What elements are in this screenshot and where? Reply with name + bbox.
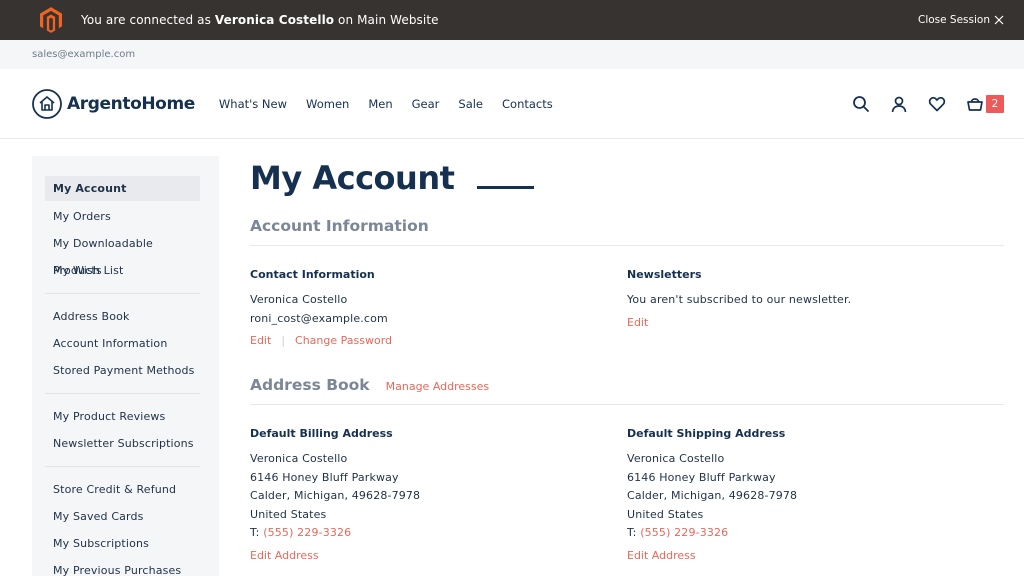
account-information-section-title: Account Information bbox=[250, 217, 1004, 246]
nav-contacts[interactable]: Contacts bbox=[502, 97, 553, 111]
main-area: My Account My Orders My Downloadable Pro… bbox=[0, 139, 1024, 576]
manage-addresses-link[interactable]: Manage Addresses bbox=[386, 380, 490, 393]
shipping-address-title: Default Shipping Address bbox=[627, 427, 786, 440]
cart-count-badge: 2 bbox=[986, 94, 1004, 113]
default-billing-address-block: Default Billing Address Veronica Costell… bbox=[250, 427, 627, 565]
sidebar-item-account-information[interactable]: Account Information bbox=[45, 330, 200, 357]
sidebar-item-stored-payment-methods[interactable]: Stored Payment Methods bbox=[45, 357, 200, 384]
sidebar-item-newsletter-subscriptions[interactable]: Newsletter Subscriptions bbox=[45, 430, 200, 457]
shipping-country: United States bbox=[627, 507, 704, 521]
billing-phone-link[interactable]: (555) 229-3326 bbox=[263, 526, 351, 539]
billing-street: 6146 Honey Bluff Parkway bbox=[250, 470, 399, 484]
brand-name: ArgentoHome bbox=[67, 93, 195, 114]
contact-information-title: Contact Information bbox=[250, 268, 375, 281]
account-content: My Account Account Information Contact I… bbox=[250, 156, 1004, 576]
close-session-label: Close Session bbox=[917, 14, 990, 26]
magento-logo-icon bbox=[40, 7, 62, 33]
shipping-city: Calder, Michigan, 49628-7978 bbox=[627, 489, 798, 502]
basket-icon bbox=[967, 97, 983, 111]
edit-contact-link[interactable]: Edit bbox=[250, 332, 271, 350]
sidebar-item-saved-cards[interactable]: My Saved Cards bbox=[45, 503, 200, 530]
billing-phone-line: T: (555) 229-3326 bbox=[250, 524, 627, 543]
topline: sales@example.com bbox=[0, 40, 1024, 69]
page-title-row: My Account bbox=[250, 156, 1004, 200]
contact-actions: Edit | Change Password bbox=[250, 332, 627, 350]
minicart[interactable]: 2 bbox=[966, 94, 1004, 113]
session-suffix: on Main Website bbox=[338, 13, 439, 27]
sidebar-group: My Account My Orders My Downloadable Pro… bbox=[45, 176, 200, 294]
home-logo-icon bbox=[32, 88, 62, 119]
shipping-name: Veronica Costello bbox=[627, 452, 725, 465]
edit-newsletters-link[interactable]: Edit bbox=[627, 314, 648, 332]
billing-phone-prefix: T: bbox=[250, 526, 260, 539]
nav-men[interactable]: Men bbox=[368, 97, 392, 111]
billing-name: Veronica Costello bbox=[250, 452, 348, 465]
newsletters-actions: Edit bbox=[627, 314, 1004, 332]
sidebar-item-wish-list[interactable]: My Wish List bbox=[45, 257, 200, 284]
contact-information-block: Contact Information Veronica Costello ro… bbox=[250, 268, 627, 350]
page-title: My Account bbox=[250, 159, 455, 197]
nav-gear[interactable]: Gear bbox=[412, 97, 440, 111]
sidebar-item-subscriptions[interactable]: My Subscriptions bbox=[45, 530, 200, 557]
close-icon bbox=[994, 15, 1004, 25]
title-underline bbox=[477, 185, 535, 189]
sidebar-item-my-orders[interactable]: My Orders bbox=[45, 203, 200, 230]
shipping-street: 6146 Honey Bluff Parkway bbox=[627, 470, 776, 484]
sidebar-item-store-credit[interactable]: Store Credit & Refund bbox=[45, 476, 200, 503]
shipping-phone-link[interactable]: (555) 229-3326 bbox=[640, 526, 728, 539]
brand-logo[interactable]: ArgentoHome bbox=[32, 88, 195, 119]
session-message: You are connected as Veronica Costello o… bbox=[81, 13, 918, 27]
session-prefix: You are connected as bbox=[81, 13, 211, 27]
action-separator: | bbox=[281, 334, 286, 347]
store-email[interactable]: sales@example.com bbox=[32, 49, 135, 60]
contact-name: Veronica Costello bbox=[250, 293, 348, 306]
session-user: Veronica Costello bbox=[214, 13, 335, 27]
billing-address-title: Default Billing Address bbox=[250, 427, 393, 440]
nav-whats-new[interactable]: What's New bbox=[219, 97, 287, 111]
shipping-phone-prefix: T: bbox=[627, 526, 637, 539]
account-information-heading: Account Information bbox=[250, 217, 429, 235]
nav-women[interactable]: Women bbox=[306, 97, 349, 111]
newsletters-title: Newsletters bbox=[627, 268, 702, 281]
address-book-heading: Address Book bbox=[250, 376, 370, 394]
newsletters-status: You aren't subscribed to our newsletter. bbox=[627, 293, 852, 306]
sidebar-item-my-account[interactable]: My Account bbox=[45, 176, 200, 201]
account-information-columns: Contact Information Veronica Costello ro… bbox=[250, 268, 1004, 350]
nav-sale[interactable]: Sale bbox=[458, 97, 483, 111]
edit-billing-address-link[interactable]: Edit Address bbox=[250, 547, 319, 565]
billing-city: Calder, Michigan, 49628-7978 bbox=[250, 489, 421, 502]
sidebar-group: Address Book Account Information Stored … bbox=[45, 303, 200, 394]
header: ArgentoHome What's New Women Men Gear Sa… bbox=[0, 69, 1024, 139]
sidebar-group: My Product Reviews Newsletter Subscripti… bbox=[45, 403, 200, 467]
sidebar-item-product-reviews[interactable]: My Product Reviews bbox=[45, 403, 200, 430]
close-session-button[interactable]: Close Session bbox=[918, 14, 1004, 26]
edit-shipping-address-link[interactable]: Edit Address bbox=[627, 547, 696, 565]
sidebar-item-address-book[interactable]: Address Book bbox=[45, 303, 200, 330]
header-icons: 2 bbox=[852, 94, 1004, 113]
shipping-actions: Edit Address bbox=[627, 547, 1004, 565]
address-book-section-title: Address Book Manage Addresses bbox=[250, 376, 1004, 405]
admin-session-bar: You are connected as Veronica Costello o… bbox=[0, 0, 1024, 40]
default-shipping-address-block: Default Shipping Address Veronica Costel… bbox=[627, 427, 1004, 565]
contact-email: roni_cost@example.com bbox=[250, 311, 388, 325]
sidebar-item-downloadable-products[interactable]: My Downloadable Products bbox=[45, 230, 200, 277]
sidebar-group: Store Credit & Refund My Saved Cards My … bbox=[45, 476, 200, 576]
billing-actions: Edit Address bbox=[250, 547, 627, 565]
search-icon[interactable] bbox=[852, 95, 870, 113]
change-password-link[interactable]: Change Password bbox=[295, 332, 392, 350]
account-sidebar: My Account My Orders My Downloadable Pro… bbox=[32, 156, 219, 576]
user-icon[interactable] bbox=[890, 95, 908, 113]
address-book-columns: Default Billing Address Veronica Costell… bbox=[250, 427, 1004, 565]
shipping-phone-line: T: (555) 229-3326 bbox=[627, 524, 1004, 543]
billing-country: United States bbox=[250, 507, 327, 521]
main-nav: What's New Women Men Gear Sale Contacts bbox=[219, 97, 852, 111]
newsletters-block: Newsletters You aren't subscribed to our… bbox=[627, 268, 1004, 350]
heart-icon[interactable] bbox=[928, 95, 946, 113]
sidebar-item-previous-purchases[interactable]: My Previous Purchases bbox=[45, 557, 200, 576]
